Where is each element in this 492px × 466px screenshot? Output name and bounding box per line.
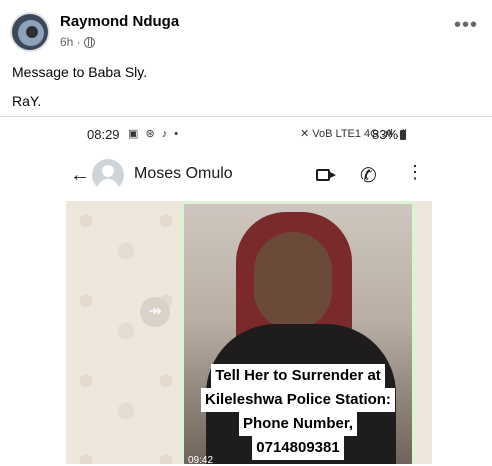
message-timestamp: 09:42	[188, 455, 214, 466]
shared-screenshot[interactable]: 08:29 ▣ ⊛ ♪ • ✕ VoB LTE1 4G .ıll .ıll 83…	[0, 116, 492, 466]
post-time[interactable]: 6h ·	[60, 35, 81, 49]
author-avatar[interactable]	[10, 12, 50, 52]
caption-line-3: Phone Number,	[238, 412, 358, 436]
chat-header: ← Moses Omulo ✆ ⋮	[0, 153, 492, 197]
photo-caption: Tell Her to Surrender at Kileleshwa Poli…	[184, 364, 412, 460]
phone-call-icon[interactable]: ✆	[360, 163, 377, 188]
phone-status-bar: 08:29 ▣ ⊛ ♪ • ✕ VoB LTE1 4G .ıll .ıll 83…	[0, 117, 492, 153]
image-message-bubble[interactable]: Tell Her to Surrender at Kileleshwa Poli…	[180, 201, 416, 464]
author-name[interactable]: Raymond Nduga	[60, 13, 179, 30]
post-text-line-2: RaY.	[12, 93, 42, 109]
caption-line-2: Kileleshwa Police Station:	[201, 388, 395, 412]
post-meta: 6h ·	[60, 35, 95, 49]
caption-line-1: Tell Her to Surrender at	[211, 364, 385, 388]
menu-icon[interactable]: ⋮	[406, 163, 424, 181]
globe-icon	[83, 36, 95, 48]
caption-line-4: 0714809381	[252, 436, 344, 460]
post-text-line-1: Message to Baba Sly.	[12, 64, 148, 80]
contact-avatar[interactable]	[92, 159, 124, 191]
post-header: Raymond Nduga 6h · •••	[0, 0, 492, 60]
back-arrow-icon[interactable]: ←	[70, 165, 90, 185]
status-time: 08:29	[87, 127, 120, 142]
more-options-icon[interactable]: •••	[454, 15, 478, 35]
forward-icon[interactable]: ↠	[140, 297, 170, 327]
status-notification-icons: ▣ ⊛ ♪ •	[128, 128, 181, 140]
video-call-icon[interactable]	[316, 169, 336, 181]
contact-name[interactable]: Moses Omulo	[134, 165, 233, 183]
battery-level: 83%	[372, 127, 407, 142]
battery-icon	[400, 130, 407, 140]
